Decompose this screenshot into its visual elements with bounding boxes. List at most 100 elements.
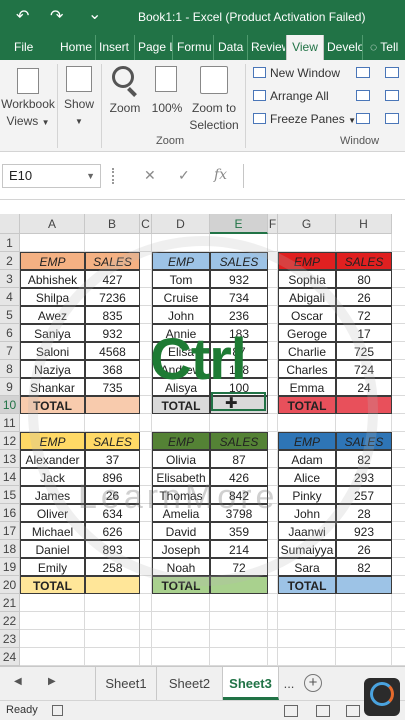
table-cell-emp[interactable]: Abhishek (20, 270, 85, 288)
table-header-sales[interactable]: SALES (336, 252, 392, 270)
table-cell-emp[interactable]: Jack (20, 468, 85, 486)
workbook-views-button[interactable]: Workbook Views ▼ (0, 96, 56, 131)
table-total-label[interactable]: TOTAL (278, 396, 336, 414)
table-cell-emp[interactable]: Alice (278, 468, 336, 486)
tab-page-layout[interactable]: Page L (138, 35, 173, 60)
row-header-17[interactable]: 17 (0, 522, 20, 540)
table-cell-emp[interactable]: Abigali (278, 288, 336, 306)
zoom-button[interactable]: Zoom (104, 100, 146, 117)
tab-developer[interactable]: Develo (327, 35, 363, 60)
column-header-e[interactable]: E (210, 214, 268, 234)
tab-file[interactable]: File (14, 35, 54, 60)
column-header-b[interactable]: B (85, 214, 140, 234)
table-cell-emp[interactable]: Saniya (20, 324, 85, 342)
table-total-label[interactable]: TOTAL (20, 396, 85, 414)
table-header-sales[interactable]: SALES (210, 252, 268, 270)
table-total-value[interactable] (336, 576, 392, 594)
table-cell-sales[interactable]: 835 (85, 306, 140, 324)
table-cell-sales[interactable]: 932 (210, 270, 268, 288)
table-cell-emp[interactable]: Naziya (20, 360, 85, 378)
synchronous-scrolling-icon[interactable] (385, 90, 399, 101)
column-header-g[interactable]: G (278, 214, 336, 234)
table-total-value[interactable] (85, 396, 140, 414)
table-cell-sales[interactable]: 626 (85, 522, 140, 540)
table-cell-emp[interactable]: Sophia (278, 270, 336, 288)
table-cell-sales[interactable]: 80 (336, 270, 392, 288)
table-cell-sales[interactable]: 26 (336, 288, 392, 306)
sheet-tab-1[interactable]: Sheet1 (95, 667, 157, 700)
table-cell-sales[interactable]: 724 (336, 360, 392, 378)
formula-input[interactable] (243, 164, 405, 188)
freeze-panes-button[interactable]: Freeze Panes ▼ (253, 112, 356, 126)
table-cell-sales[interactable]: 4568 (85, 342, 140, 360)
next-sheet-icon[interactable]: ▶ (48, 676, 56, 687)
page-layout-view-icon[interactable] (316, 705, 330, 717)
table-total-label[interactable]: TOTAL (152, 396, 210, 414)
table-cell-sales[interactable]: 72 (210, 558, 268, 576)
row-header-9[interactable]: 9 (0, 378, 20, 396)
name-box[interactable]: E10 ▼ (2, 164, 101, 188)
table-cell-emp[interactable]: Emma (278, 378, 336, 396)
new-window-button[interactable]: New Window (253, 66, 340, 80)
table-cell-emp[interactable]: James (20, 486, 85, 504)
arrange-all-button[interactable]: Arrange All (253, 89, 329, 103)
table-cell-emp[interactable]: Sara (278, 558, 336, 576)
page-break-preview-icon[interactable] (346, 705, 360, 717)
table-cell-emp[interactable]: Olivia (152, 450, 210, 468)
table-cell-sales[interactable]: 932 (85, 324, 140, 342)
tab-data[interactable]: Data (218, 35, 248, 60)
table-cell-emp[interactable]: Adam (278, 450, 336, 468)
table-cell-emp[interactable]: Daniel (20, 540, 85, 558)
tab-insert[interactable]: Insert (99, 35, 135, 60)
table-total-value[interactable] (85, 576, 140, 594)
add-sheet-icon[interactable]: + (304, 674, 322, 692)
row-header-13[interactable]: 13 (0, 450, 20, 468)
row-header-16[interactable]: 16 (0, 504, 20, 522)
table-cell-sales[interactable]: 82 (336, 558, 392, 576)
undo-icon[interactable]: ↶ (16, 6, 29, 26)
table-cell-emp[interactable]: Saloni (20, 342, 85, 360)
reset-window-position-icon[interactable] (385, 113, 399, 124)
macro-record-icon[interactable] (52, 705, 63, 716)
table-cell-sales[interactable]: 17 (336, 324, 392, 342)
row-header-1[interactable]: 1 (0, 234, 20, 252)
tab-view[interactable]: View (286, 35, 324, 60)
row-header-18[interactable]: 18 (0, 540, 20, 558)
tab-tell-me[interactable]: ◌ Tell (370, 35, 405, 60)
table-total-value[interactable] (210, 576, 268, 594)
table-cell-sales[interactable]: 214 (210, 540, 268, 558)
table-cell-sales[interactable]: 258 (85, 558, 140, 576)
table-cell-emp[interactable]: Cruise (152, 288, 210, 306)
table-cell-emp[interactable]: Geroge (278, 324, 336, 342)
table-header-emp[interactable]: EMP (20, 252, 85, 270)
table-cell-sales[interactable]: 734 (210, 288, 268, 306)
row-header-8[interactable]: 8 (0, 360, 20, 378)
table-cell-emp[interactable]: Jaanwi (278, 522, 336, 540)
sheet-tab-2[interactable]: Sheet2 (157, 667, 223, 700)
customize-quick-access-icon[interactable]: ⌄ (88, 4, 101, 24)
row-header-22[interactable]: 22 (0, 612, 20, 630)
table-total-label[interactable]: TOTAL (20, 576, 85, 594)
table-cell-emp[interactable]: Emily (20, 558, 85, 576)
tab-formulas[interactable]: Formu (177, 35, 214, 60)
table-cell-sales[interactable]: 893 (85, 540, 140, 558)
zoom-100-button[interactable]: 100% (148, 100, 186, 117)
row-header-24[interactable]: 24 (0, 648, 20, 666)
table-cell-sales[interactable]: 37 (85, 450, 140, 468)
row-header-3[interactable]: 3 (0, 270, 20, 288)
table-cell-sales[interactable]: 87 (210, 450, 268, 468)
row-header-10[interactable]: 10 (0, 396, 20, 414)
table-cell-emp[interactable]: Shankar (20, 378, 85, 396)
table-header-sales[interactable]: SALES (336, 432, 392, 450)
unhide-icon[interactable] (356, 113, 370, 124)
select-all-corner[interactable] (0, 214, 20, 234)
hide-icon[interactable] (356, 90, 370, 101)
cancel-icon[interactable]: ✕ (144, 167, 156, 184)
table-cell-sales[interactable]: 7236 (85, 288, 140, 306)
table-header-sales[interactable]: SALES (85, 252, 140, 270)
table-cell-emp[interactable]: David (152, 522, 210, 540)
row-header-21[interactable]: 21 (0, 594, 20, 612)
more-sheets-button[interactable]: ... (279, 667, 299, 700)
insert-function-icon[interactable]: fx (214, 167, 227, 183)
table-header-emp[interactable]: EMP (278, 432, 336, 450)
